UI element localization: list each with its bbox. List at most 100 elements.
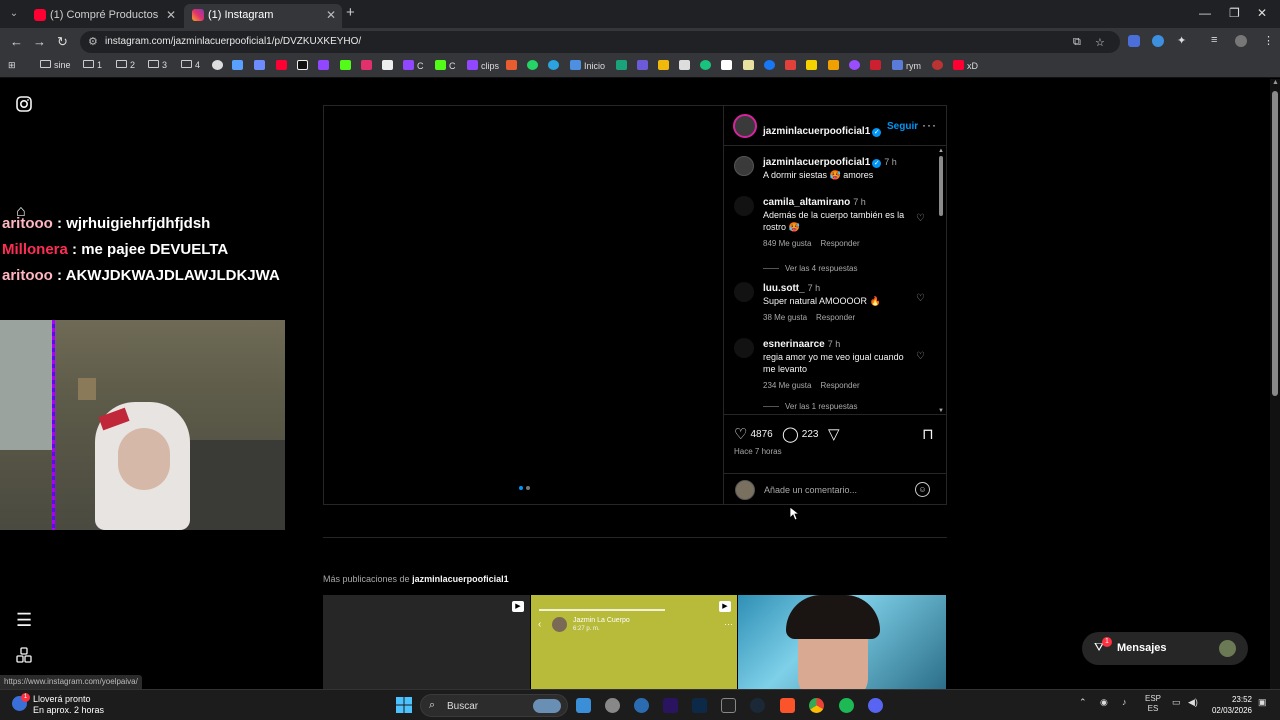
bookmark-icon[interactable]: [806, 60, 820, 71]
bookmark-icon[interactable]: [849, 60, 863, 71]
clips-bookmark[interactable]: clips: [467, 60, 499, 71]
comment-input[interactable]: Añade un comentario...: [764, 485, 857, 495]
whatsapp-bookmark-icon[interactable]: [527, 60, 541, 71]
install-app-icon[interactable]: ⧉: [1073, 36, 1081, 49]
instagram-bookmark-icon[interactable]: [361, 60, 375, 71]
bookmark-folder[interactable]: 2: [116, 60, 135, 70]
comment-likes[interactable]: 38 Me gusta: [763, 313, 807, 322]
x-bookmark-icon[interactable]: [382, 60, 396, 71]
bookmark-icon[interactable]: [212, 60, 226, 71]
kick-bookmark-icon[interactable]: [340, 60, 354, 71]
instagram-logo-icon[interactable]: [16, 96, 32, 117]
post-media[interactable]: [324, 106, 724, 504]
follow-button[interactable]: Seguir: [887, 121, 918, 132]
binance-bookmark-icon[interactable]: [658, 60, 672, 71]
view-replies-button[interactable]: Ver las 4 respuestas: [763, 264, 857, 273]
bookmark-folder[interactable]: 1: [83, 60, 102, 70]
bookmark-folder[interactable]: 4: [181, 60, 200, 70]
bookmark-icon[interactable]: [700, 60, 714, 71]
browser-menu-icon[interactable]: ⋮: [1263, 34, 1274, 47]
bookmark-icon[interactable]: [254, 60, 268, 71]
comment-likes[interactable]: 234 Me gusta: [763, 381, 811, 390]
bookmark-icon[interactable]: [721, 60, 735, 71]
comment-username[interactable]: luu.sott_: [763, 283, 805, 294]
reply-button[interactable]: Responder: [820, 239, 859, 248]
reading-list-icon[interactable]: ≡: [1211, 34, 1217, 46]
comment-button[interactable]: ◯ 223: [782, 425, 818, 443]
comments-scrollbar[interactable]: ▲ ▼: [938, 148, 944, 414]
chrome-icon[interactable]: [809, 698, 824, 713]
bookmark-icon[interactable]: [679, 60, 693, 71]
network-icon[interactable]: ▭: [1172, 697, 1181, 708]
comment-likes[interactable]: 849 Me gusta: [763, 239, 811, 248]
bookmark-icon[interactable]: [932, 60, 946, 71]
xd-bookmark[interactable]: xD: [953, 60, 978, 71]
language-switcher[interactable]: ESP ES: [1145, 694, 1161, 714]
more-options-icon[interactable]: ···: [922, 118, 937, 132]
tab-search-button[interactable]: ⌄: [4, 5, 24, 23]
translate-extension-icon[interactable]: [1128, 35, 1140, 47]
comment-like-icon[interactable]: ♡: [916, 213, 925, 224]
like-button[interactable]: ♡ 4876: [734, 425, 773, 443]
bookmark-icon[interactable]: [743, 60, 757, 71]
messages-button[interactable]: ⛛ 1 Mensajes: [1082, 632, 1248, 665]
tiktok-bookmark-icon[interactable]: [297, 60, 311, 71]
obs-icon[interactable]: [605, 698, 620, 713]
address-bar[interactable]: ⚙ instagram.com/jazminlacuerpooficial1/p…: [80, 31, 1120, 53]
bookmark-icon[interactable]: [637, 60, 651, 71]
post-thumbnail[interactable]: [738, 595, 946, 689]
microphone-icon[interactable]: ♪: [1122, 697, 1127, 707]
bookmark-icon[interactable]: [785, 60, 799, 71]
bookmark-icon[interactable]: [828, 60, 842, 71]
telegram-bookmark-icon[interactable]: [548, 60, 562, 71]
windows-start-icon[interactable]: [396, 697, 412, 718]
comment-like-icon[interactable]: ♡: [916, 351, 925, 362]
author-username[interactable]: jazminlacuerpooficial1: [763, 126, 870, 137]
spotify-icon[interactable]: [839, 698, 854, 713]
comment-like-icon[interactable]: ♡: [916, 293, 925, 304]
facebook-bookmark-icon[interactable]: [764, 60, 778, 71]
scroll-up-icon[interactable]: ▲: [1272, 79, 1279, 86]
comment-username[interactable]: esnerinaarce: [763, 339, 825, 350]
scrollbar-thumb[interactable]: [1272, 91, 1278, 396]
avatar[interactable]: [734, 156, 754, 176]
save-button[interactable]: ⊓: [922, 425, 937, 443]
taskbar-search[interactable]: ⌕ Buscar: [420, 694, 568, 717]
apps-grid-icon[interactable]: ⊞: [8, 60, 16, 71]
comment-username[interactable]: camila_altamirano: [763, 197, 850, 208]
caption-username[interactable]: jazminlacuerpooficial1: [763, 157, 870, 168]
reload-icon[interactable]: ↻: [57, 34, 68, 50]
back-icon[interactable]: ←: [10, 34, 23, 49]
app-icon[interactable]: [634, 698, 649, 713]
brave-icon[interactable]: [780, 698, 795, 713]
post-thumbnail[interactable]: ‹ Jazmin La Cuerpo 6:27 p. m. ⋯ ▶: [531, 595, 737, 689]
avatar[interactable]: [734, 196, 754, 216]
extensions-puzzle-icon[interactable]: ✦: [1177, 34, 1186, 47]
also-from-meta-icon[interactable]: [16, 647, 32, 668]
browser-tab-youtube[interactable]: (1) Compré Productos que Nad ✕: [26, 4, 182, 28]
reply-button[interactable]: Responder: [820, 381, 859, 390]
emoji-icon[interactable]: ☺: [915, 482, 930, 497]
bookmark-star-icon[interactable]: ☆: [1095, 36, 1105, 49]
discord-tray-icon[interactable]: ◉: [1100, 697, 1108, 708]
bookmark-folder[interactable]: sine: [40, 60, 71, 70]
new-tab-button[interactable]: +: [346, 4, 355, 21]
photoshop-icon[interactable]: [692, 698, 707, 713]
close-icon[interactable]: ✕: [326, 4, 336, 26]
page-scrollbar[interactable]: ▲: [1270, 79, 1280, 689]
bookmark-icon[interactable]: [870, 60, 884, 71]
kick-bookmark[interactable]: C: [435, 60, 456, 71]
weather-widget[interactable]: Lloverá pronto En aprox. 2 horas: [33, 694, 104, 716]
avatar[interactable]: [734, 338, 754, 358]
inicio-bookmark[interactable]: Inicio: [570, 60, 605, 71]
reply-button[interactable]: Responder: [816, 313, 855, 322]
volume-icon[interactable]: ◀): [1188, 697, 1198, 708]
epic-games-icon[interactable]: [721, 698, 736, 713]
scrollbar-thumb[interactable]: [939, 156, 943, 216]
post-thumbnail[interactable]: ▶: [323, 595, 530, 689]
more-posts-user[interactable]: jazminlacuerpooficial1: [412, 574, 509, 584]
close-icon[interactable]: ✕: [166, 4, 176, 26]
twitch-bookmark[interactable]: C: [403, 60, 424, 71]
extension-icon[interactable]: [1152, 35, 1164, 47]
avatar[interactable]: [734, 282, 754, 302]
